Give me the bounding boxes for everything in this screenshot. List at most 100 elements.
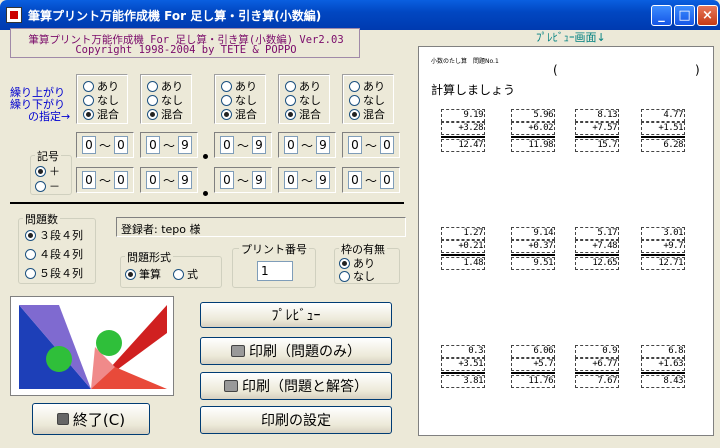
problem-count-option[interactable]: ５段４列 <box>25 265 83 281</box>
range-min-input[interactable]: 0 <box>283 171 298 189</box>
radio-button[interactable] <box>25 248 36 260</box>
radio-button[interactable] <box>147 94 158 106</box>
problem-rule <box>511 254 555 256</box>
range-min-input[interactable]: 0 <box>145 136 160 154</box>
carry-option[interactable]: 混合 <box>83 107 119 121</box>
carry-option[interactable]: 混合 <box>147 107 183 121</box>
range-max-input[interactable]: 9 <box>316 171 330 189</box>
radio-button[interactable] <box>221 94 232 106</box>
radio-button[interactable] <box>339 257 350 269</box>
digit-range-top-5: 0 ～ 0 <box>342 132 400 158</box>
print-number-input[interactable]: 1 <box>257 261 293 281</box>
frame-option[interactable]: なし <box>339 268 375 284</box>
carry-option-label: 混合 <box>299 108 321 121</box>
range-max-input[interactable]: 0 <box>380 171 394 189</box>
radio-button[interactable] <box>125 268 136 280</box>
print-settings-button[interactable]: 印刷の設定 <box>200 406 392 434</box>
close-button[interactable]: × <box>697 5 718 26</box>
exit-button[interactable]: 終了(C) <box>32 403 150 435</box>
range-min-input[interactable]: 0 <box>283 136 298 154</box>
radio-button[interactable] <box>147 108 158 120</box>
radio-button[interactable] <box>221 108 232 120</box>
problem-format-option[interactable]: 式 <box>173 266 198 282</box>
carry-option[interactable]: 混合 <box>221 107 257 121</box>
carry-group-1: あり なし 混合 <box>76 74 128 124</box>
range-max-input[interactable]: 9 <box>178 136 192 154</box>
print-problems-button[interactable]: 印刷（問題のみ） <box>200 337 392 365</box>
carry-option[interactable]: なし <box>147 93 183 107</box>
print-with-answers-button[interactable]: 印刷（問題と解答） <box>200 372 392 400</box>
radio-button[interactable] <box>25 229 36 241</box>
radio-button[interactable] <box>83 108 94 120</box>
range-max-input[interactable]: 0 <box>380 136 394 154</box>
carry-option-label: 混合 <box>97 108 119 121</box>
sign-plus-radio[interactable] <box>35 165 46 177</box>
carry-option[interactable]: なし <box>349 93 385 107</box>
carry-option[interactable]: あり <box>349 79 385 93</box>
range-min-input[interactable]: 0 <box>219 171 234 189</box>
problem-item: 1.27 +0.21 1.48 <box>441 227 485 270</box>
instruction-text: 計算しましょう <box>431 83 516 97</box>
app-icon[interactable] <box>6 7 22 23</box>
range-max-input[interactable]: 9 <box>252 171 266 189</box>
carry-option[interactable]: なし <box>83 93 119 107</box>
radio-button[interactable] <box>173 268 184 280</box>
radio-button[interactable] <box>147 80 158 92</box>
carry-option[interactable]: あり <box>285 79 321 93</box>
problem-count-option[interactable]: ４段４列 <box>25 246 83 262</box>
radio-button[interactable] <box>221 80 232 92</box>
problem-answer: 6.28 <box>641 139 685 152</box>
radio-button[interactable] <box>285 108 296 120</box>
problem-rule <box>511 372 555 374</box>
range-max-input[interactable]: 9 <box>178 171 192 189</box>
radio-button[interactable] <box>349 80 360 92</box>
range-max-input[interactable]: 0 <box>114 171 128 189</box>
range-min-input[interactable]: 0 <box>81 136 96 154</box>
range-tilde: ～ <box>300 173 313 188</box>
radio-button[interactable] <box>25 267 36 279</box>
range-min-input[interactable]: 0 <box>347 136 362 154</box>
radio-button[interactable] <box>285 80 296 92</box>
problem-format-option[interactable]: 筆算 <box>125 266 161 282</box>
title-bar[interactable]: 筆算プリント万能作成機 For 足し算・引き算(小数編) _ □ × <box>0 0 720 30</box>
window-title: 筆算プリント万能作成機 For 足し算・引き算(小数編) <box>28 9 322 23</box>
sign-plus-option[interactable]: ＋ <box>35 163 60 179</box>
preview-button[interactable]: ﾌﾟﾚﾋﾞｭｰ <box>200 302 392 328</box>
sign-minus-radio[interactable] <box>35 180 46 192</box>
range-min-input[interactable]: 0 <box>81 171 96 189</box>
range-min-input[interactable]: 0 <box>145 171 160 189</box>
range-max-input[interactable]: 0 <box>114 136 128 154</box>
carry-group-4: あり なし 混合 <box>278 74 330 124</box>
range-min-input[interactable]: 0 <box>347 171 362 189</box>
radio-button[interactable] <box>83 94 94 106</box>
carry-option[interactable]: あり <box>221 79 257 93</box>
radio-button[interactable] <box>83 80 94 92</box>
digit-range-top-4: 0 ～ 9 <box>278 132 336 158</box>
carry-option[interactable]: なし <box>285 93 321 107</box>
frame-group: 枠の有無 あり なし <box>334 241 400 284</box>
minimize-button[interactable]: _ <box>651 5 672 26</box>
problem-rule <box>641 372 685 374</box>
problem-item: 0.3 +3.51 3.81 <box>441 345 485 388</box>
range-min-input[interactable]: 0 <box>219 136 234 154</box>
problem-rule <box>511 136 555 138</box>
maximize-button[interactable]: □ <box>674 5 695 26</box>
carry-option[interactable]: あり <box>83 79 119 93</box>
range-tilde: ～ <box>98 138 111 153</box>
sign-minus-option[interactable]: － <box>35 178 60 194</box>
range-max-input[interactable]: 9 <box>252 136 266 154</box>
header-panel: 筆算プリント万能作成機 For 足し算・引き算(小数編) Ver2.03 Cop… <box>10 28 360 58</box>
radio-button[interactable] <box>349 108 360 120</box>
radio-button[interactable] <box>285 94 296 106</box>
carry-option[interactable]: 混合 <box>349 107 385 121</box>
radio-button[interactable] <box>339 270 350 282</box>
range-max-input[interactable]: 9 <box>316 136 330 154</box>
problem-count-option[interactable]: ３段４列 <box>25 227 83 243</box>
problem-rule <box>641 254 685 256</box>
carry-option[interactable]: 混合 <box>285 107 321 121</box>
name-paren-close: ) <box>695 63 700 77</box>
carry-option[interactable]: あり <box>147 79 183 93</box>
problem-item: 9.19 +3.28 12.47 <box>441 109 485 152</box>
radio-button[interactable] <box>349 94 360 106</box>
carry-option[interactable]: なし <box>221 93 257 107</box>
